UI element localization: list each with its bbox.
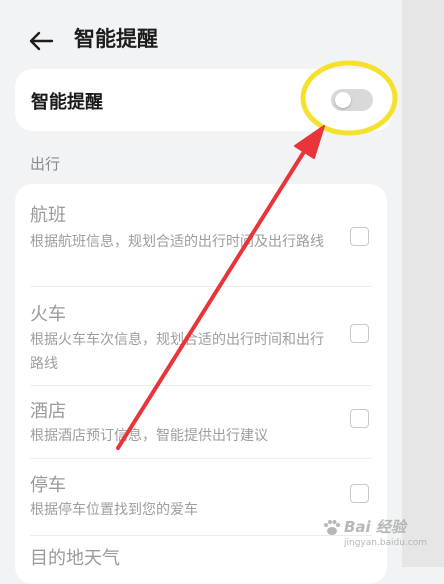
side-panel-edge [402, 0, 444, 567]
checkbox-flight[interactable] [350, 227, 369, 246]
list-item-hotel[interactable]: 酒店 根据酒店预订信息，智能提供出行建议 [15, 386, 387, 458]
item-title: 停车 [30, 475, 66, 496]
paw-logo-icon [324, 520, 340, 535]
checkbox-parking[interactable] [350, 484, 369, 503]
smart-reminder-switch[interactable] [331, 89, 373, 111]
item-title: 火车 [30, 304, 66, 325]
baidu-jingyan-watermark: Bai 经验 jingyan.baidu.com [322, 512, 427, 562]
item-description: 根据酒店预订信息，智能提供出行建议 [30, 428, 268, 444]
arrow-left-icon [29, 31, 54, 51]
smart-reminder-label: 智能提醒 [31, 92, 103, 113]
item-description: 根据航班信息，规划合适的出行时间及出行路线 [30, 234, 324, 250]
app-header: 智能提醒 [0, 18, 400, 62]
page-title: 智能提醒 [74, 27, 158, 51]
item-description: 根据火车车次信息，规划合适的出行时间和出行路线 [30, 332, 324, 372]
section-label-travel: 出行 [30, 155, 61, 173]
item-description: 根据停车位置找到您的爱车 [30, 502, 198, 518]
back-button[interactable] [26, 26, 56, 56]
list-item-flight[interactable]: 航班 根据航班信息，规划合适的出行时间及出行路线 [15, 184, 387, 287]
checkbox-train[interactable] [350, 324, 369, 343]
watermark-main-text: Bai 经验 [344, 518, 406, 536]
smart-reminder-card: 智能提醒 [15, 69, 393, 131]
switch-knob [335, 92, 351, 108]
item-title: 航班 [30, 205, 66, 226]
list-item-train[interactable]: 火车 根据火车车次信息，规划合适的出行时间和出行路线 [15, 287, 387, 384]
checkbox-hotel[interactable] [350, 409, 369, 428]
item-title: 酒店 [30, 401, 66, 422]
watermark-url: jingyan.baidu.com [344, 538, 428, 548]
item-title: 目的地天气 [30, 548, 120, 569]
